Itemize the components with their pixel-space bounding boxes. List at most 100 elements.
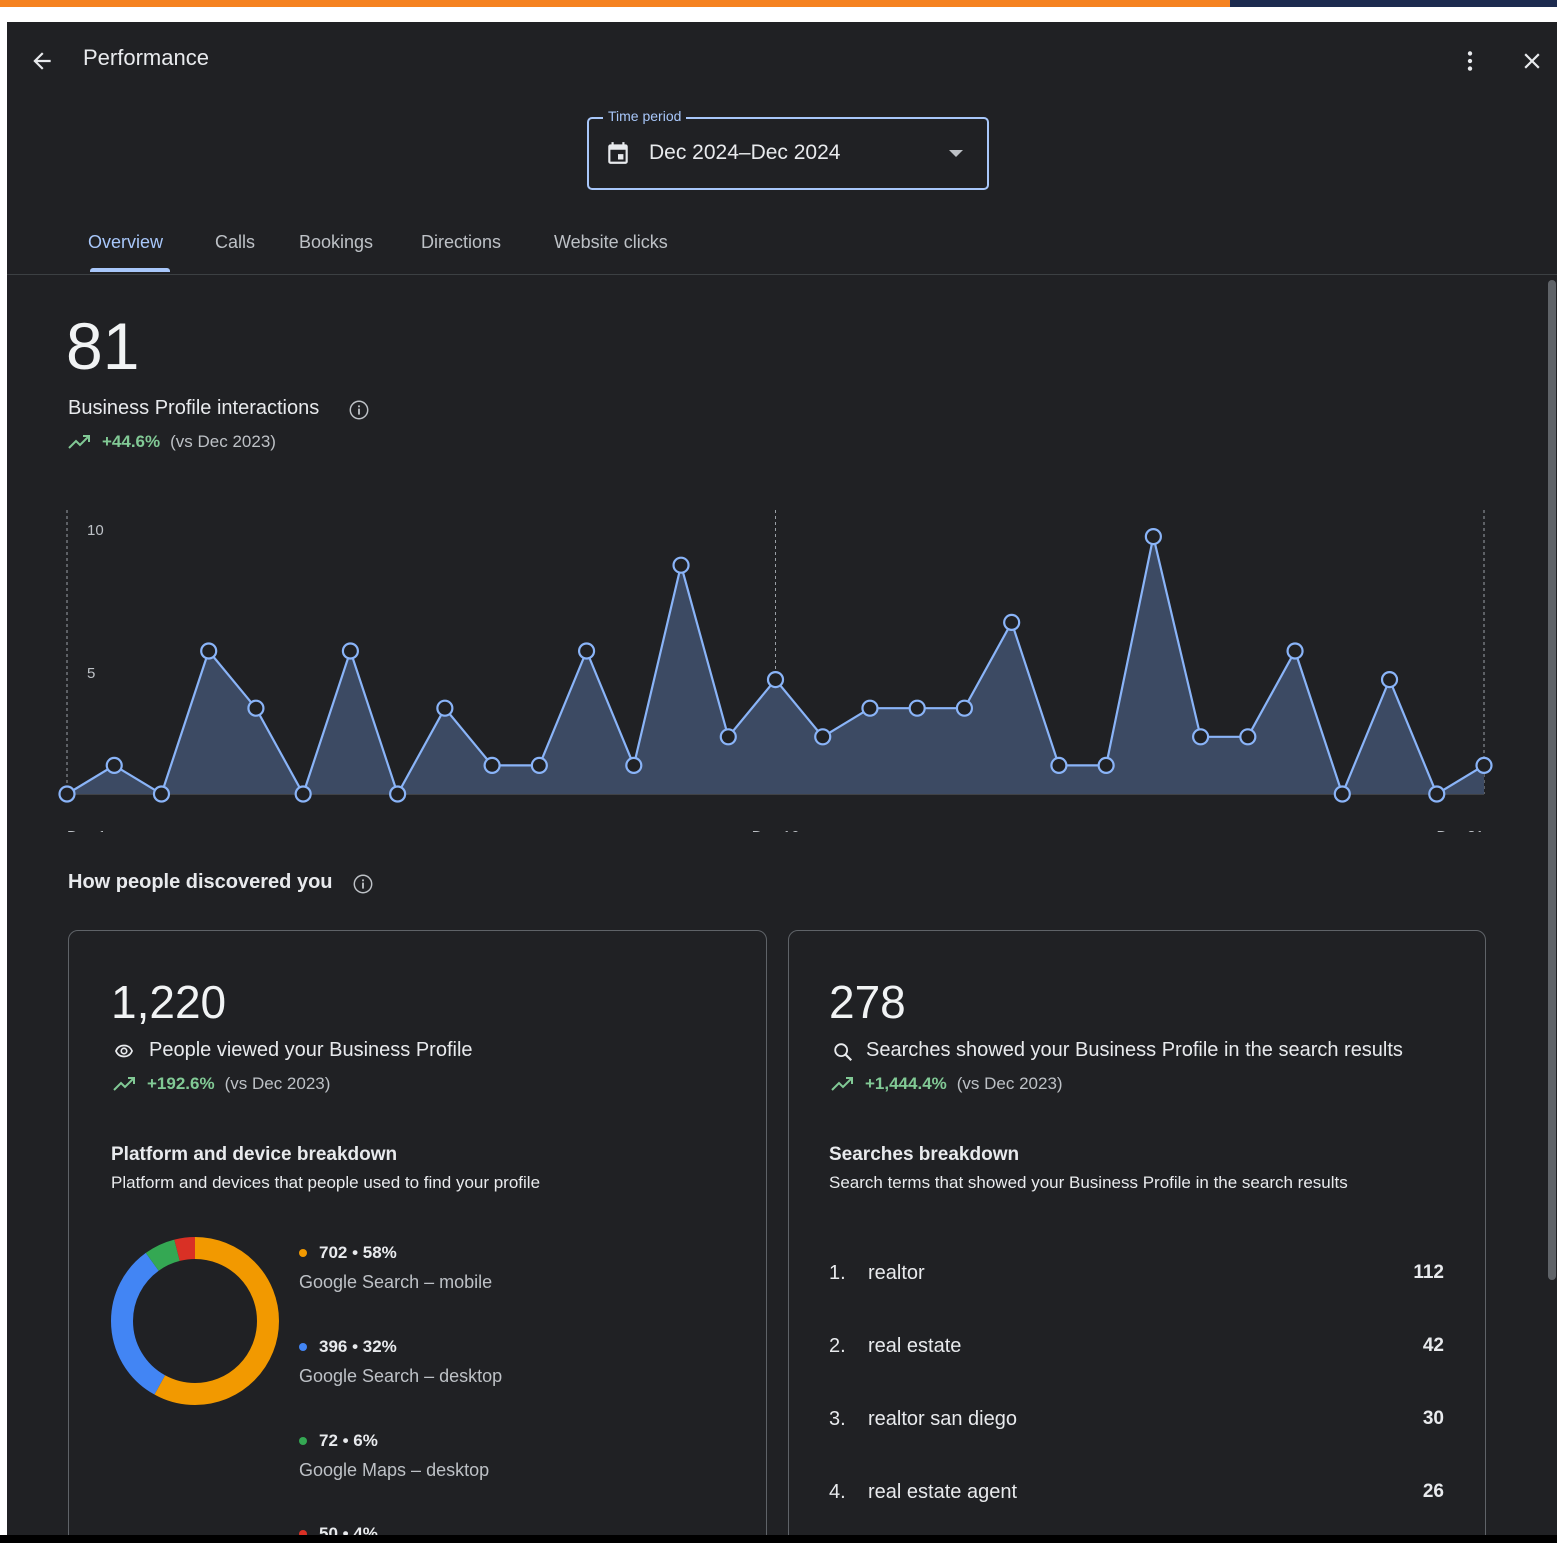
y-tick-label: 10 — [87, 522, 104, 539]
interactions-trend: +44.6% (vs Dec 2023) — [68, 432, 276, 452]
close-button[interactable] — [1515, 44, 1549, 78]
active-tab-indicator — [90, 268, 170, 272]
chart-point[interactable] — [436, 699, 454, 717]
searches-comparison: (vs Dec 2023) — [956, 1074, 1063, 1093]
chart-point[interactable] — [152, 785, 171, 803]
chart-point[interactable] — [1097, 756, 1115, 774]
search-term-row: 3. realtor san diego 30 — [829, 1408, 1444, 1438]
legend-value: 396 • 32% — [319, 1337, 397, 1356]
search-term-row: 2. real estate 42 — [829, 1335, 1444, 1365]
term-rank: 1. — [829, 1262, 846, 1284]
back-button[interactable] — [25, 44, 59, 78]
legend-item: 396 • 32% Google Search – desktop — [299, 1337, 502, 1387]
calendar-icon — [608, 142, 628, 164]
tab-bookings[interactable]: Bookings — [299, 232, 373, 253]
views-total: 1,220 — [111, 976, 227, 1028]
chart-point[interactable] — [861, 699, 879, 717]
term-rank: 2. — [829, 1335, 846, 1357]
info-icon[interactable] — [352, 873, 374, 895]
tab-calls[interactable]: Calls — [215, 232, 255, 253]
interactions-change: +44.6% — [102, 432, 161, 451]
time-period-value: Dec 2024–Dec 2024 — [649, 141, 841, 164]
chart-point[interactable] — [247, 699, 265, 717]
chart-point[interactable] — [1003, 613, 1021, 631]
dialog-header: Performance — [7, 22, 1557, 94]
chart-point[interactable] — [294, 785, 312, 803]
views-comparison: (vs Dec 2023) — [224, 1074, 331, 1093]
chart-point[interactable] — [814, 728, 832, 746]
chart-point[interactable] — [672, 556, 690, 574]
legend-item: 50 • 4% — [299, 1524, 378, 1535]
performance-dialog: Performance Time period Dec 2024–Dec 202… — [7, 22, 1557, 1535]
search-icon — [834, 1043, 853, 1062]
chart-point[interactable] — [1475, 756, 1493, 774]
legend-dot — [299, 1343, 307, 1351]
chart-point[interactable] — [908, 699, 926, 717]
time-period-select[interactable]: Time period Dec 2024–Dec 2024 — [587, 108, 989, 190]
legend-dot — [299, 1249, 307, 1257]
interactions-label: Business Profile interactions — [68, 397, 320, 419]
term-rank: 4. — [829, 1481, 846, 1503]
term-text: realtor san diego — [868, 1408, 1017, 1430]
term-count: 26 — [1422, 1481, 1444, 1502]
chart-point[interactable] — [389, 785, 407, 803]
searches-trend: +1,444.4% (vs Dec 2023) — [831, 1074, 1063, 1094]
chart-point[interactable] — [58, 785, 76, 803]
views-change: +192.6% — [147, 1074, 215, 1093]
dropdown-caret-icon — [949, 150, 963, 157]
searches-change: +1,444.4% — [865, 1074, 947, 1093]
close-icon — [1524, 53, 1540, 69]
term-text: real estate agent — [868, 1481, 1017, 1503]
interactions-total: 81 — [66, 309, 140, 383]
chart-point[interactable] — [577, 642, 596, 660]
chart-point[interactable] — [955, 699, 974, 717]
chart-point[interactable] — [1333, 785, 1351, 803]
chart-point[interactable] — [1428, 785, 1446, 803]
tab-directions[interactable]: Directions — [421, 232, 501, 253]
chart-point[interactable] — [1191, 728, 1210, 746]
chart-point[interactable] — [530, 756, 548, 774]
legend-label: Google Search – mobile — [299, 1272, 493, 1292]
chart-area-fill — [67, 536, 1484, 794]
browser-top-strip — [0, 0, 1557, 7]
legend-value: 50 • 4% — [319, 1524, 378, 1535]
interactions-area-chart: 10 5 Dec 1 Dec 16 Dec 31 — [58, 510, 1493, 832]
term-count: 30 — [1422, 1408, 1444, 1429]
platform-breakdown-desc: Platform and devices that people used to… — [111, 1173, 541, 1192]
chart-point[interactable] — [1050, 756, 1068, 774]
chart-point[interactable] — [766, 671, 785, 689]
arrow-back-icon — [33, 52, 51, 70]
bottom-edge — [0, 1535, 1557, 1543]
searches-label: Searches showed your Business Profile in… — [866, 1039, 1403, 1061]
x-tick-label: Dec 1 — [67, 828, 106, 832]
chart-point[interactable] — [341, 642, 359, 660]
more-options-button[interactable] — [1453, 44, 1487, 78]
chart-point[interactable] — [1286, 642, 1304, 660]
search-term-row: 4. real estate agent 26 — [829, 1481, 1444, 1511]
chart-point[interactable] — [719, 728, 737, 746]
platform-breakdown-title: Platform and device breakdown — [111, 1144, 398, 1165]
legend-value: 702 • 58% — [319, 1243, 397, 1262]
searches-breakdown-desc: Search terms that showed your Business P… — [829, 1173, 1348, 1192]
chart-point[interactable] — [1380, 671, 1399, 689]
interactions-comparison: (vs Dec 2023) — [170, 432, 276, 451]
trending-up-icon — [68, 435, 90, 449]
chart-point[interactable] — [105, 756, 123, 774]
search-term-row: 1. realtor 112 — [829, 1262, 1444, 1292]
term-text: realtor — [868, 1262, 925, 1284]
scrollbar[interactable] — [1548, 280, 1556, 1280]
trending-up-icon — [831, 1077, 853, 1091]
chart-point[interactable] — [1239, 728, 1257, 746]
chart-point[interactable] — [200, 642, 218, 660]
chart-point[interactable] — [483, 756, 501, 774]
chart-point[interactable] — [1144, 527, 1162, 546]
top-strip-orange — [0, 0, 1230, 7]
tab-overview[interactable]: Overview — [88, 232, 163, 253]
term-count: 112 — [1413, 1262, 1444, 1283]
info-icon[interactable] — [348, 399, 370, 421]
tab-website-clicks[interactable]: Website clicks — [554, 232, 668, 253]
chart-point[interactable] — [625, 756, 643, 774]
searches-total: 278 — [829, 976, 906, 1028]
term-count: 42 — [1422, 1335, 1444, 1356]
tab-bar: Overview Calls Bookings Directions Websi… — [7, 222, 1557, 275]
